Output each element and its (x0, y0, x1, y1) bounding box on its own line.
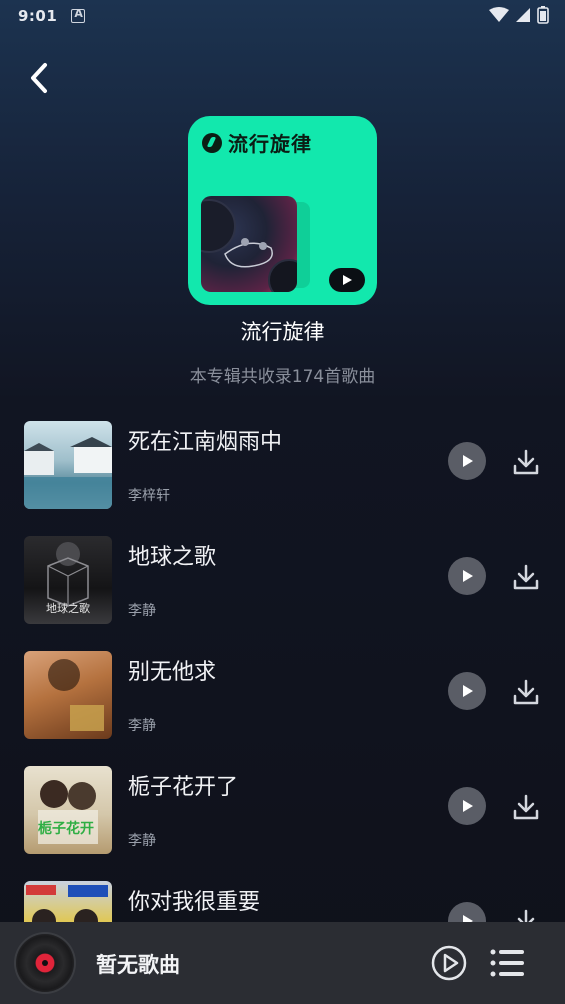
song-cover (24, 651, 112, 739)
vinyl-disc-icon[interactable] (16, 934, 74, 992)
cover-label: 流行旋律 (228, 132, 312, 156)
music-logo-icon (202, 132, 222, 153)
status-bar: 9:01 (0, 0, 565, 32)
cover-art-image (201, 196, 297, 292)
playlist-icon (490, 949, 524, 977)
song-cover (24, 881, 112, 922)
album-cover: 流行旋律 (188, 116, 377, 305)
song-cover-text: 栀子花开 (38, 821, 94, 837)
battery-icon (537, 6, 549, 24)
song-row[interactable]: 你对我很重要 (0, 880, 565, 922)
song-artist: 李梓轩 (128, 488, 170, 504)
song-title: 你对我很重要 (128, 890, 261, 915)
album-song-count: 本专辑共收录174首歌曲 (189, 367, 376, 387)
song-play-button[interactable] (448, 787, 486, 825)
wifi-icon (489, 7, 509, 22)
song-play-button[interactable] (448, 557, 486, 595)
song-cover (24, 421, 112, 509)
song-title: 地球之歌 (128, 545, 217, 570)
cover-illustration (48, 659, 104, 731)
song-artist: 李静 (128, 603, 156, 619)
canal-town-illustration (24, 437, 112, 509)
playlist-button[interactable] (488, 944, 526, 982)
song-title: 死在江南烟雨中 (128, 430, 283, 455)
song-cover: 栀子花开 (24, 766, 112, 854)
notification-icon (71, 7, 86, 23)
song-play-button[interactable] (448, 442, 486, 480)
now-playing-title: 暂无歌曲 (96, 953, 180, 977)
song-row[interactable]: 栀子花开 栀子花开了 李静 (0, 765, 565, 880)
download-icon (513, 449, 539, 475)
song-list[interactable]: 死在江南烟雨中 李梓轩 地球之歌 地球之歌 李静 别无他求 李静 栀子花开 栀子… (0, 420, 565, 922)
song-cover-text: 地球之歌 (46, 602, 90, 615)
status-icons (489, 6, 549, 24)
earphones-illustration (201, 199, 297, 292)
cover-play-badge (329, 268, 365, 292)
album-title: 流行旋律 (240, 320, 325, 344)
chevron-left-icon (31, 63, 47, 93)
song-download-button[interactable] (510, 791, 542, 823)
song-row[interactable]: 地球之歌 地球之歌 李静 (0, 535, 565, 650)
play-icon (463, 570, 473, 582)
song-row[interactable]: 别无他求 李静 (0, 650, 565, 765)
play-icon (463, 800, 473, 812)
song-play-button[interactable] (448, 902, 486, 922)
song-download-button[interactable] (510, 676, 542, 708)
download-icon (513, 679, 539, 705)
song-download-button[interactable] (510, 906, 542, 922)
song-title: 栀子花开了 (128, 775, 239, 800)
song-download-button[interactable] (510, 446, 542, 478)
cover-header: 流行旋律 (202, 128, 312, 157)
cover-illustration (38, 780, 98, 844)
download-icon (517, 909, 535, 922)
play-icon (343, 275, 352, 285)
play-icon (463, 455, 473, 467)
status-time: 9:01 (18, 7, 58, 25)
song-play-button[interactable] (448, 672, 486, 710)
play-icon (463, 685, 473, 697)
song-cover: 地球之歌 (24, 536, 112, 624)
back-button[interactable] (22, 58, 56, 98)
mini-player[interactable]: 暂无歌曲 (0, 922, 565, 1004)
signal-icon (516, 8, 530, 22)
play-icon (463, 915, 473, 922)
download-icon (513, 794, 539, 820)
cover-illustration (26, 885, 108, 922)
song-artist: 李静 (128, 718, 156, 734)
play-circle-icon (431, 945, 467, 981)
song-download-button[interactable] (510, 561, 542, 593)
song-artist: 李静 (128, 833, 156, 849)
song-title: 别无他求 (128, 660, 217, 685)
player-play-button[interactable] (430, 944, 468, 982)
song-row[interactable]: 死在江南烟雨中 李梓轩 (0, 420, 565, 535)
download-icon (513, 564, 539, 590)
